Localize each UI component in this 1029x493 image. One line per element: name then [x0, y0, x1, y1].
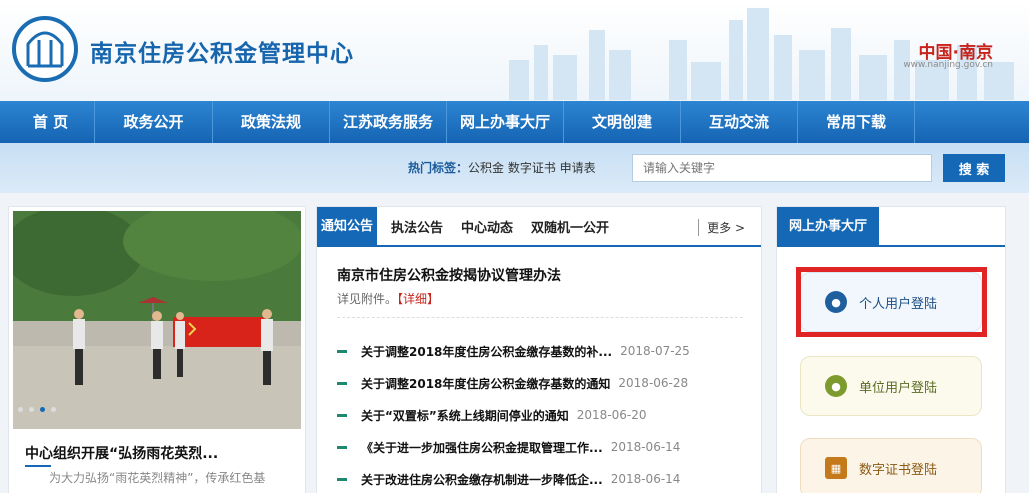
featured-notice-title[interactable]: 南京市住房公积金按揭协议管理办法 — [337, 265, 561, 285]
nav-item-government-affairs[interactable]: 政务公开 — [95, 101, 213, 143]
news-summary: 为大力弘扬“雨花英烈精神”，传承红色基 — [49, 471, 266, 485]
cert-login-label: 数字证书登陆 — [859, 462, 938, 478]
hot-tags[interactable]: 公积金 数字证书 申请表 — [468, 159, 596, 176]
service-panel-title: 网上办事大厅 — [777, 207, 880, 247]
bullet-dash-icon — [337, 445, 347, 449]
list-item-date: 2018-06-28 — [618, 376, 689, 390]
tab-enforcement[interactable]: 执法公告 — [391, 217, 443, 236]
notice-list: 关于调整2018年度住房公积金缴存基数的补... 2018-07-25 关于调整… — [337, 335, 747, 493]
service-panel-header: 网上办事大厅 — [777, 207, 1005, 247]
search-input[interactable] — [632, 154, 932, 182]
certificate-icon: ▦ — [825, 457, 847, 479]
carousel-dot-active[interactable] — [40, 407, 45, 412]
list-item-title: 关于改进住房公积金缴存机制进一步降低企... — [361, 472, 603, 487]
list-item[interactable]: 关于调整2018年度住房公积金缴存基数的补... 2018-07-25 — [337, 335, 747, 367]
bullet-dash-icon — [337, 477, 347, 481]
tab-random-inspection[interactable]: 双随机一公开 — [531, 217, 609, 236]
list-item-date: 2018-06-20 — [576, 408, 647, 422]
notice-panel: 通知公告 执法公告 中心动态 双随机一公开 更多 > 南京市住房公积金按揭协议管… — [316, 206, 762, 493]
main-nav: 首 页 政务公开 政策法规 江苏政务服务 网上办事大厅 文明创建 互动交流 常用… — [0, 101, 1029, 143]
nav-item-jiangsu-services[interactable]: 江苏政务服务 — [330, 101, 447, 143]
hot-tags-label: 热门标签： — [408, 161, 469, 175]
headline-underline — [25, 465, 51, 467]
carousel-dot[interactable] — [18, 407, 23, 412]
divider — [337, 317, 743, 318]
bullet-dash-icon — [337, 413, 347, 417]
nav-item-civilization[interactable]: 文明创建 — [564, 101, 681, 143]
news-photo[interactable] — [13, 211, 301, 429]
tab-notices[interactable]: 通知公告 — [317, 207, 378, 247]
unit-login-button[interactable]: ● 单位用户登陆 — [800, 356, 982, 416]
site-header: 南京住房公积金管理中心 中国·南京 www.nanjing.gov.cn — [0, 0, 1029, 100]
nav-item-online-hall[interactable]: 网上办事大厅 — [447, 101, 564, 143]
detail-link[interactable]: 【详细】 — [397, 292, 439, 306]
site-logo[interactable] — [12, 16, 78, 82]
site-title: 南京住房公积金管理中心 — [90, 41, 354, 67]
list-item[interactable]: 关于调整2018年度住房公积金缴存基数的通知 2018-06-28 — [337, 367, 747, 399]
list-item-title: 关于调整2018年度住房公积金缴存基数的补... — [361, 344, 613, 359]
nav-item-policy[interactable]: 政策法规 — [213, 101, 330, 143]
news-headline[interactable]: 中心组织开展“弘扬雨花英烈... — [25, 443, 218, 463]
list-item[interactable]: 关于改进住房公积金缴存机制进一步降低企... 2018-06-14 — [337, 463, 747, 493]
carousel-dot[interactable] — [51, 407, 56, 412]
tab-center-news[interactable]: 中心动态 — [461, 217, 513, 236]
news-carousel: 中心组织开展“弘扬雨花英烈... 为大力弘扬“雨花英烈精神”，传承红色基 — [8, 206, 306, 493]
unit-login-label: 单位用户登陆 — [859, 380, 938, 396]
more-link[interactable]: 更多 > — [698, 219, 745, 236]
list-item-date: 2018-07-25 — [620, 344, 690, 358]
list-item[interactable]: 关于“双置标”系统上线期间停业的通知 2018-06-20 — [337, 399, 747, 431]
list-item-title: 关于调整2018年度住房公积金缴存基数的通知 — [361, 376, 611, 391]
nav-item-downloads[interactable]: 常用下载 — [798, 101, 915, 143]
notice-tabs: 通知公告 执法公告 中心动态 双随机一公开 更多 > — [317, 207, 761, 247]
nav-item-home[interactable]: 首 页 — [7, 101, 95, 143]
featured-summary-text: 详见附件。 — [337, 292, 398, 306]
carousel-indicators — [18, 407, 56, 412]
city-url: www.nanjing.gov.cn — [903, 60, 993, 70]
list-item-date: 2018-06-14 — [610, 472, 681, 486]
group-icon: ● — [825, 375, 847, 397]
cert-login-button[interactable]: ▦ 数字证书登陆 — [800, 438, 982, 493]
featured-notice-summary: 详见附件。【详细】 — [337, 290, 439, 307]
bullet-dash-icon — [337, 349, 347, 353]
list-item[interactable]: 《关于进一步加强住房公积金提取管理工作... 2018-06-14 — [337, 431, 747, 463]
list-item-date: 2018-06-14 — [610, 440, 681, 454]
search-button[interactable]: 搜 索 — [943, 154, 1005, 182]
list-item-title: 《关于进一步加强住房公积金提取管理工作... — [361, 440, 603, 455]
logo-emblem-icon — [26, 31, 64, 68]
bullet-dash-icon — [337, 381, 347, 385]
carousel-dot[interactable] — [29, 407, 34, 412]
list-item-title: 关于“双置标”系统上线期间停业的通知 — [361, 408, 569, 423]
nav-item-interaction[interactable]: 互动交流 — [681, 101, 798, 143]
highlight-annotation-box — [796, 267, 987, 337]
